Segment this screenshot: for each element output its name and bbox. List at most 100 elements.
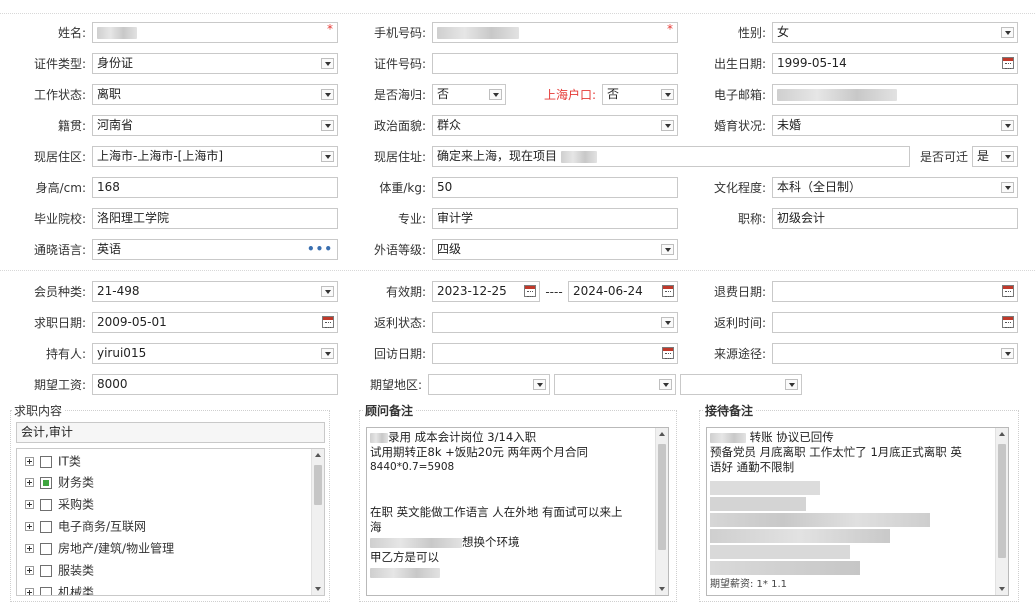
area-province-select[interactable] (428, 374, 550, 395)
tree-item-purchase[interactable]: 采购类 (25, 494, 94, 514)
scroll-down-icon[interactable] (659, 587, 665, 591)
checkbox[interactable] (40, 476, 52, 489)
calendar-icon[interactable] (1002, 316, 1014, 328)
chevron-down-icon[interactable] (1001, 120, 1014, 131)
source-select[interactable] (772, 343, 1018, 364)
political-select[interactable]: 群众 (432, 115, 678, 136)
expand-icon[interactable] (25, 478, 34, 487)
chevron-down-icon[interactable] (321, 151, 334, 162)
phone-input[interactable]: * (432, 22, 678, 43)
chevron-down-icon[interactable] (661, 317, 674, 328)
chevron-down-icon[interactable] (321, 120, 334, 131)
chevron-down-icon[interactable] (321, 286, 334, 297)
region-select[interactable]: 上海市-上海市-[上海市] (92, 146, 338, 167)
chevron-down-icon[interactable] (533, 379, 546, 390)
tree-item-machinery[interactable]: 机械类 (25, 582, 94, 595)
returnee-select[interactable]: 否 (432, 84, 506, 105)
apply-date-input[interactable]: 2009-05-01 (92, 312, 338, 333)
reception-note-textarea[interactable]: 转账 协议已回传 预备党员 月底离职 工作太忙了 1月底正式离职 英 语好 通勤… (706, 427, 1009, 596)
chevron-down-icon[interactable] (659, 379, 672, 390)
scroll-thumb[interactable] (658, 444, 666, 550)
lang-level-select[interactable]: 四级 (432, 239, 678, 260)
area-district-select[interactable] (680, 374, 802, 395)
chevron-down-icon[interactable] (661, 244, 674, 255)
weight-input[interactable]: 50 (432, 177, 678, 198)
chevron-down-icon[interactable] (1001, 27, 1014, 38)
expand-icon[interactable] (25, 544, 34, 553)
expand-icon[interactable] (25, 457, 34, 466)
id-no-input[interactable] (432, 53, 678, 74)
language-picker[interactable]: 英语 ••• (92, 239, 338, 260)
tree-item-realestate[interactable]: 房地产/建筑/物业管理 (25, 538, 174, 558)
education-select[interactable]: 本科（全日制） (772, 177, 1018, 198)
tree-item-clothing[interactable]: 服装类 (25, 560, 94, 580)
tree-item-it[interactable]: IT类 (25, 451, 81, 471)
visit-date-input[interactable] (432, 343, 678, 364)
school-input[interactable]: 洛阳理工学院 (92, 208, 338, 229)
title-input[interactable]: 初级会计 (772, 208, 1018, 229)
scroll-thumb[interactable] (314, 465, 322, 505)
chevron-down-icon[interactable] (661, 89, 674, 100)
textarea-scrollbar[interactable] (655, 428, 668, 595)
chevron-down-icon[interactable] (1001, 151, 1014, 162)
checkbox[interactable] (40, 498, 52, 511)
scroll-thumb[interactable] (998, 444, 1006, 558)
native-select[interactable]: 河南省 (92, 115, 338, 136)
expand-icon[interactable] (25, 500, 34, 509)
chevron-down-icon[interactable] (321, 348, 334, 359)
validity-from-input[interactable]: 2023-12-25 (432, 281, 540, 302)
scroll-up-icon[interactable] (999, 432, 1005, 436)
chevron-down-icon[interactable] (489, 89, 502, 100)
calendar-icon[interactable] (524, 285, 536, 297)
expand-icon[interactable] (25, 522, 34, 531)
birth-date-input[interactable]: 1999-05-14 (772, 53, 1018, 74)
checkbox[interactable] (40, 586, 52, 595)
tree-scrollbar[interactable] (311, 449, 324, 595)
gender-select[interactable]: 女 (772, 22, 1018, 43)
calendar-icon[interactable] (1002, 57, 1014, 69)
height-input[interactable]: 168 (92, 177, 338, 198)
address-input[interactable]: 确定来上海，现在项目 (432, 146, 910, 167)
expand-icon[interactable] (25, 566, 34, 575)
checkbox[interactable] (40, 564, 52, 577)
rebate-time-input[interactable] (772, 312, 1018, 333)
holder-select[interactable]: yirui015 (92, 343, 338, 364)
scroll-up-icon[interactable] (659, 432, 665, 436)
member-type-select[interactable]: 21-498 (92, 281, 338, 302)
chevron-down-icon[interactable] (661, 120, 674, 131)
major-input[interactable]: 审计学 (432, 208, 678, 229)
tree-item-finance[interactable]: 财务类 (25, 472, 94, 492)
marital-select[interactable]: 未婚 (772, 115, 1018, 136)
rebate-status-select[interactable] (432, 312, 678, 333)
calendar-icon[interactable] (662, 347, 674, 359)
more-icon[interactable]: ••• (307, 240, 333, 259)
shanghai-hukou-select[interactable]: 否 (602, 84, 678, 105)
scroll-down-icon[interactable] (999, 587, 1005, 591)
job-category-tree[interactable]: IT类 财务类 采购类 电子商务/互联网 房地产/建筑/物业管理 服装类 机械类 (16, 448, 325, 596)
chevron-down-icon[interactable] (321, 58, 334, 69)
validity-to-input[interactable]: 2024-06-24 (568, 281, 678, 302)
textarea-scrollbar[interactable] (995, 428, 1008, 595)
calendar-icon[interactable] (1002, 285, 1014, 297)
salary-input[interactable]: 8000 (92, 374, 338, 395)
calendar-icon[interactable] (322, 316, 334, 328)
work-status-select[interactable]: 离职 (92, 84, 338, 105)
refund-date-input[interactable] (772, 281, 1018, 302)
calendar-icon[interactable] (662, 285, 674, 297)
checkbox[interactable] (40, 520, 52, 533)
tree-item-ecommerce[interactable]: 电子商务/互联网 (25, 516, 146, 536)
scroll-up-icon[interactable] (315, 453, 321, 457)
expand-icon[interactable] (25, 588, 34, 595)
chevron-down-icon[interactable] (1001, 348, 1014, 359)
area-city-select[interactable] (554, 374, 676, 395)
checkbox[interactable] (40, 455, 52, 468)
scroll-down-icon[interactable] (315, 587, 321, 591)
relocate-select[interactable]: 是 (972, 146, 1018, 167)
name-input[interactable]: * (92, 22, 338, 43)
consultant-note-textarea[interactable]: 录用 成本会计岗位 3/14入职 试用期转正8k +饭贴20元 两年两个月合同 … (366, 427, 669, 596)
id-type-select[interactable]: 身份证 (92, 53, 338, 74)
chevron-down-icon[interactable] (785, 379, 798, 390)
chevron-down-icon[interactable] (1001, 182, 1014, 193)
email-input[interactable] (772, 84, 1018, 105)
checkbox[interactable] (40, 542, 52, 555)
